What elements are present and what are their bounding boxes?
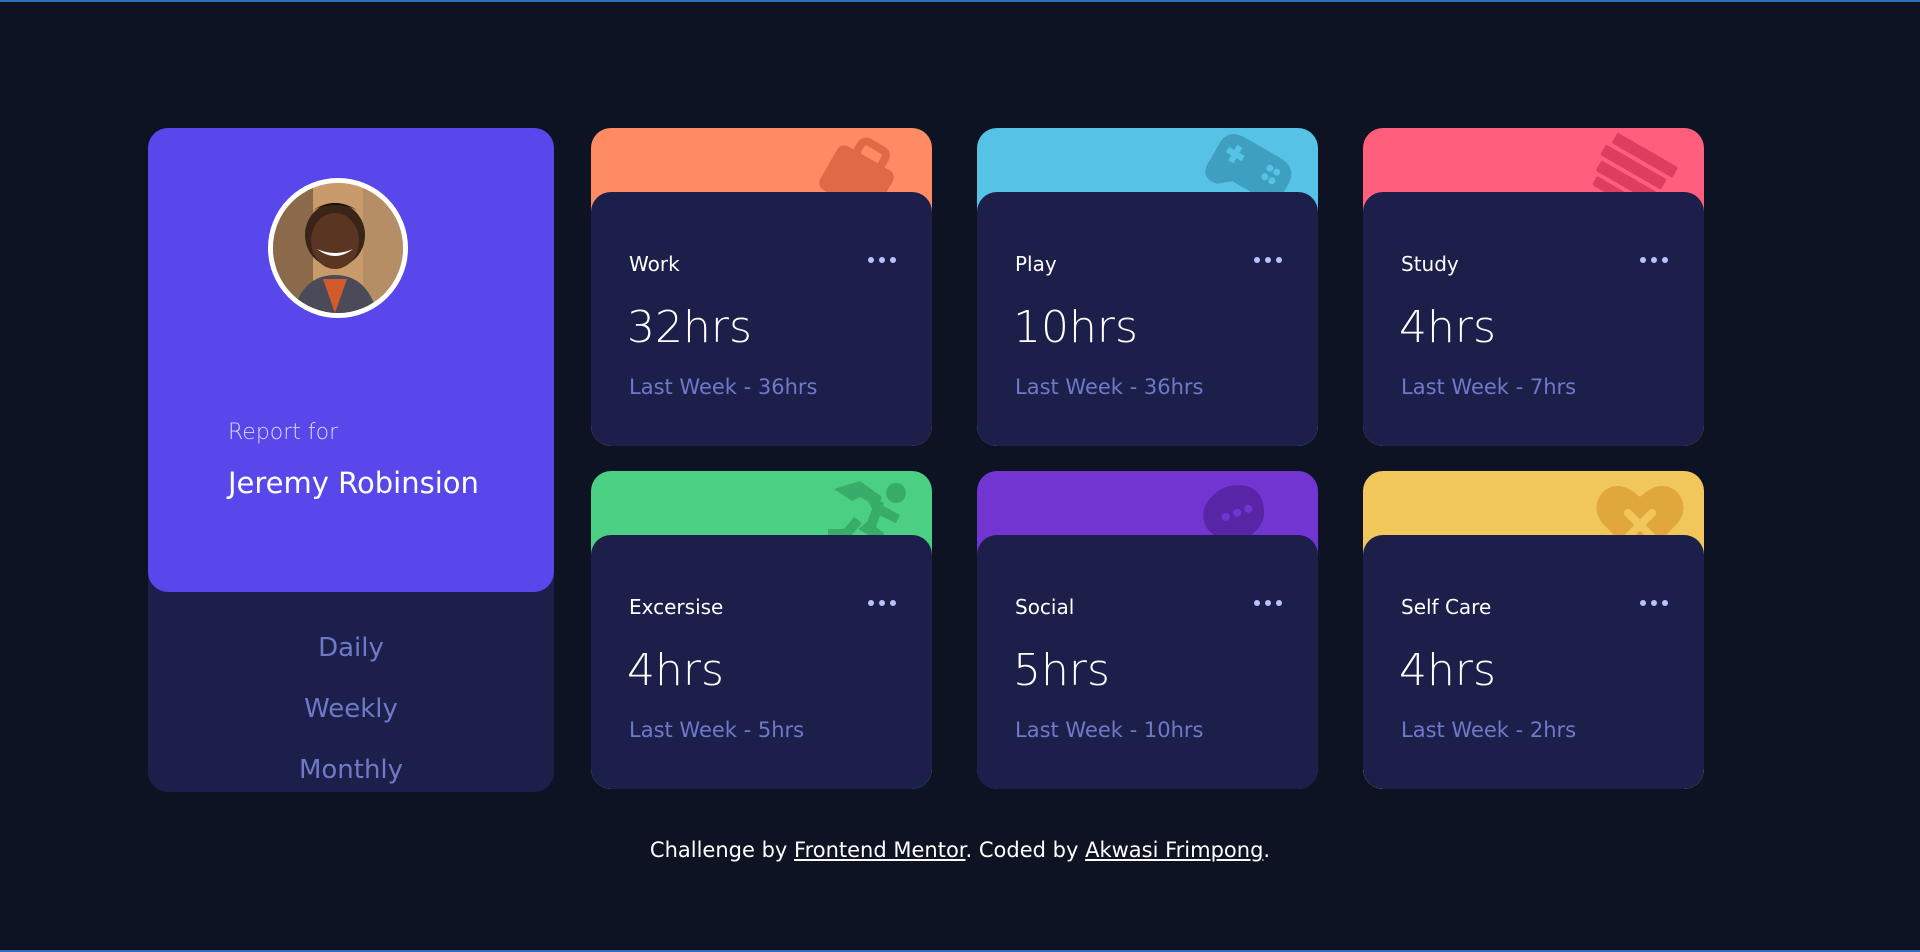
activity-current-hours: 4hrs <box>1399 645 1496 696</box>
activity-card-self-care: Self Care 4hrs Last Week - 2hrs <box>1363 471 1704 789</box>
activity-card-body: Study 4hrs Last Week - 7hrs <box>1363 192 1704 446</box>
activity-current-hours: 4hrs <box>627 645 724 696</box>
period-weekly-link[interactable]: Weekly <box>148 679 554 740</box>
activity-title: Work <box>629 252 680 276</box>
ellipsis-icon[interactable] <box>1254 248 1282 272</box>
ellipsis-icon[interactable] <box>868 591 896 615</box>
profile-card: Report for Jeremy Robinsion Daily Weekly… <box>148 128 554 792</box>
user-name: Jeremy Robinsion <box>228 466 479 500</box>
activity-card-play: Play 10hrs Last Week - 36hrs <box>977 128 1318 446</box>
activity-title: Excersise <box>629 595 724 619</box>
activity-current-hours: 10hrs <box>1013 302 1138 353</box>
activity-title: Play <box>1015 252 1057 276</box>
activity-card-body: Social 5hrs Last Week - 10hrs <box>977 535 1318 789</box>
avatar-image <box>273 183 403 313</box>
activity-previous-hours: Last Week - 36hrs <box>1015 375 1204 399</box>
activity-previous-hours: Last Week - 10hrs <box>1015 718 1204 742</box>
author-link[interactable]: Akwasi Frimpong <box>1085 838 1263 862</box>
activity-card-social: Social 5hrs Last Week - 10hrs <box>977 471 1318 789</box>
page: Report for Jeremy Robinsion Daily Weekly… <box>0 0 1920 952</box>
ellipsis-icon[interactable] <box>1640 248 1668 272</box>
period-selector: Daily Weekly Monthly <box>148 618 554 801</box>
activity-card-body: Work 32hrs Last Week - 36hrs <box>591 192 932 446</box>
attribution-prefix: Challenge by <box>649 838 795 862</box>
avatar <box>268 178 408 318</box>
activity-previous-hours: Last Week - 5hrs <box>629 718 805 742</box>
activity-current-hours: 32hrs <box>627 302 752 353</box>
activity-title: Self Care <box>1401 595 1492 619</box>
activity-card-exercise: Excersise 4hrs Last Week - 5hrs <box>591 471 932 789</box>
ellipsis-icon[interactable] <box>868 248 896 272</box>
attribution-footer: Challenge by Frontend Mentor. Coded by A… <box>0 838 1920 862</box>
attribution-suffix: . <box>1263 838 1271 862</box>
report-for-label: Report for <box>228 420 339 445</box>
activity-card-work: Work 32hrs Last Week - 36hrs <box>591 128 932 446</box>
period-monthly-link[interactable]: Monthly <box>148 740 554 801</box>
activity-card-body: Excersise 4hrs Last Week - 5hrs <box>591 535 932 789</box>
activity-current-hours: 4hrs <box>1399 302 1496 353</box>
frontend-mentor-link[interactable]: Frontend Mentor <box>794 838 966 862</box>
activity-title: Social <box>1015 595 1075 619</box>
activity-current-hours: 5hrs <box>1013 645 1110 696</box>
activity-title: Study <box>1401 252 1459 276</box>
ellipsis-icon[interactable] <box>1254 591 1282 615</box>
ellipsis-icon[interactable] <box>1640 591 1668 615</box>
period-daily-link[interactable]: Daily <box>148 618 554 679</box>
activity-card-body: Self Care 4hrs Last Week - 2hrs <box>1363 535 1704 789</box>
activity-card-study: Study 4hrs Last Week - 7hrs <box>1363 128 1704 446</box>
activity-previous-hours: Last Week - 2hrs <box>1401 718 1577 742</box>
attribution-middle: . Coded by <box>965 838 1086 862</box>
activity-previous-hours: Last Week - 7hrs <box>1401 375 1577 399</box>
profile-header: Report for Jeremy Robinsion <box>148 128 554 592</box>
activity-previous-hours: Last Week - 36hrs <box>629 375 818 399</box>
time-tracking-dashboard: Report for Jeremy Robinsion Daily Weekly… <box>148 128 1704 792</box>
activity-card-body: Play 10hrs Last Week - 36hrs <box>977 192 1318 446</box>
